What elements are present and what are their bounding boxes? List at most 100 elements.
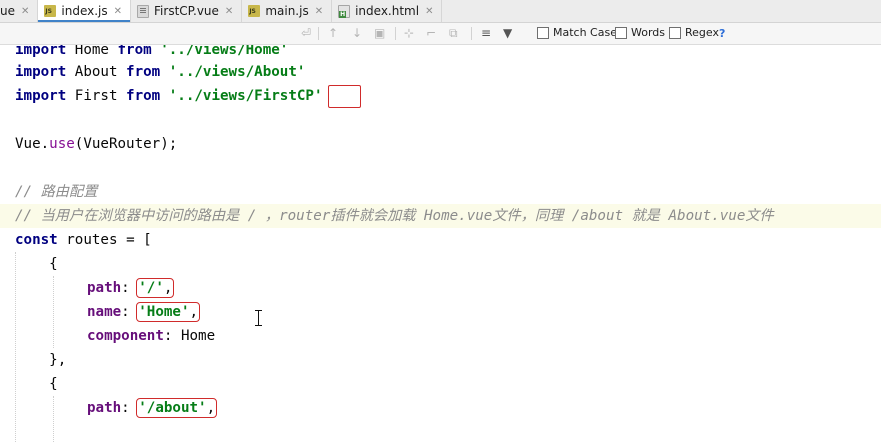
tab-main-js[interactable]: main.js ✕ (242, 0, 333, 22)
tab-label: index.js (61, 4, 108, 18)
colon: : (121, 304, 139, 320)
property-key: path (87, 400, 122, 416)
tab-partial-vue[interactable]: ue ✕ (0, 0, 39, 22)
keyword: from (117, 45, 152, 58)
code-line-const-routes: const routes = [ (15, 228, 152, 252)
string-literal: '../views/Home' (160, 45, 289, 58)
close-icon[interactable]: ✕ (114, 6, 122, 17)
colon: : (121, 400, 139, 416)
code-line-open-brace-2: { (15, 372, 58, 396)
divider (471, 27, 472, 40)
match-case-checkbox[interactable] (537, 26, 549, 39)
close-icon[interactable]: ✕ (225, 6, 233, 17)
tab-label: index.html (355, 4, 420, 18)
property-key: name (87, 304, 122, 320)
keyword: import (15, 64, 67, 80)
comma: , (163, 280, 173, 296)
string-literal: '/about', (136, 398, 218, 418)
operator: = [ (126, 232, 152, 248)
comma: , (206, 400, 216, 416)
string-literal: '../views/FirstCP' (168, 88, 323, 104)
code-line-comment-explanation: // 当用户在浏览器中访问的路由是 / ，router插件就会加载 Home.v… (15, 204, 774, 228)
clear-history-icon[interactable]: ⏎ (301, 26, 311, 40)
indent-guide (53, 396, 54, 442)
comment: // 当用户在浏览器中访问的路由是 / ，router插件就会加载 Home.v… (15, 208, 774, 224)
keyword: import (15, 45, 67, 58)
divider (395, 27, 396, 40)
brace: { (15, 376, 58, 392)
add-occurrence-icon[interactable]: ⊹ (404, 26, 414, 40)
close-icon[interactable]: ✕ (425, 6, 433, 17)
code-line-import-first: import First from '../views/FirstCP' (15, 84, 323, 108)
identifier: About (66, 64, 127, 80)
regex-option[interactable]: Regex (669, 26, 719, 39)
code-line-vue-use: Vue.use(VueRouter); (15, 132, 177, 156)
filter-icon[interactable]: ▼ (503, 26, 512, 40)
words-checkbox[interactable] (615, 26, 627, 39)
colon: : (163, 328, 181, 344)
js-file-icon (248, 5, 261, 17)
find-in-selection-icon[interactable]: ▣ (374, 26, 385, 40)
find-toolbar: ⏎ ↑ ↓ ▣ ⊹ ⌐ ⧉ ≡ ▼ Match Case Words Regex… (0, 23, 881, 45)
match-case-label: Match Case (553, 26, 617, 39)
string-literal: 'Home', (136, 302, 201, 322)
tab-label: main.js (265, 4, 309, 18)
brace: { (15, 256, 58, 272)
identifier: First (66, 88, 127, 104)
string-value: '/about' (138, 400, 207, 416)
text-cursor-icon (254, 310, 263, 326)
code-line-name-home: name: 'Home', (87, 300, 201, 324)
code-line-open-brace: { (15, 252, 58, 276)
regex-checkbox[interactable] (669, 26, 681, 39)
identifier: Home (66, 45, 118, 58)
code-line-comment-route-config: // 路由配置 (15, 180, 97, 204)
string-value: 'Home' (138, 304, 190, 320)
code-line-import-about: import About from '../views/About' (15, 60, 305, 84)
words-label: Words (631, 26, 666, 39)
method-name: use (49, 136, 75, 152)
brace: }, (15, 352, 67, 368)
next-occurrence-icon[interactable]: ↓ (352, 26, 362, 40)
tab-index-html[interactable]: index.html ✕ (332, 0, 443, 22)
code-line-component-home: component: Home (87, 324, 215, 348)
code-editor[interactable]: import Home from '../views/Home' import … (0, 45, 881, 446)
select-all-occurrences-icon[interactable]: ⧉ (449, 26, 458, 40)
match-case-option[interactable]: Match Case (537, 26, 617, 39)
comment: // 路由配置 (15, 184, 98, 200)
vue-file-icon (137, 4, 150, 18)
call-args: (VueRouter); (74, 136, 178, 152)
editor-tab-bar: ue ✕ index.js ✕ FirstCP.vue ✕ main.js ✕ … (0, 0, 881, 23)
js-file-icon (44, 5, 57, 17)
identifier: Vue. (15, 136, 50, 152)
keyword: import (15, 88, 67, 104)
keyword: const (15, 232, 58, 248)
html-file-icon (338, 4, 351, 18)
identifier: routes (57, 232, 127, 248)
remove-occurrence-icon[interactable]: ⌐ (426, 26, 436, 40)
colon: : (121, 280, 139, 296)
identifier: Home (180, 328, 216, 344)
string-literal: '/', (136, 278, 175, 298)
string-value: '/' (138, 280, 164, 296)
keyword: from (126, 64, 161, 80)
tab-label: ue (0, 4, 15, 18)
keyword: from (126, 88, 161, 104)
string-literal: '../views/About' (168, 64, 306, 80)
regex-help-icon[interactable]: ? (719, 27, 725, 40)
tab-firstcp-vue[interactable]: FirstCP.vue ✕ (131, 0, 243, 22)
tab-index-js[interactable]: index.js ✕ (38, 0, 132, 22)
close-icon[interactable]: ✕ (315, 6, 323, 17)
tab-label: FirstCP.vue (154, 4, 219, 18)
code-line-close-brace: }, (15, 348, 66, 372)
close-icon[interactable]: ✕ (21, 6, 29, 17)
indent-guide (15, 252, 16, 442)
regex-label: Regex (685, 26, 719, 39)
annotation-box (328, 85, 361, 108)
sort-lines-icon[interactable]: ≡ (481, 26, 491, 40)
code-line-path-root: path: '/', (87, 276, 175, 300)
property-key: path (87, 280, 122, 296)
comma: , (189, 304, 199, 320)
divider (318, 27, 319, 40)
words-option[interactable]: Words (615, 26, 665, 39)
previous-occurrence-icon[interactable]: ↑ (328, 26, 338, 40)
